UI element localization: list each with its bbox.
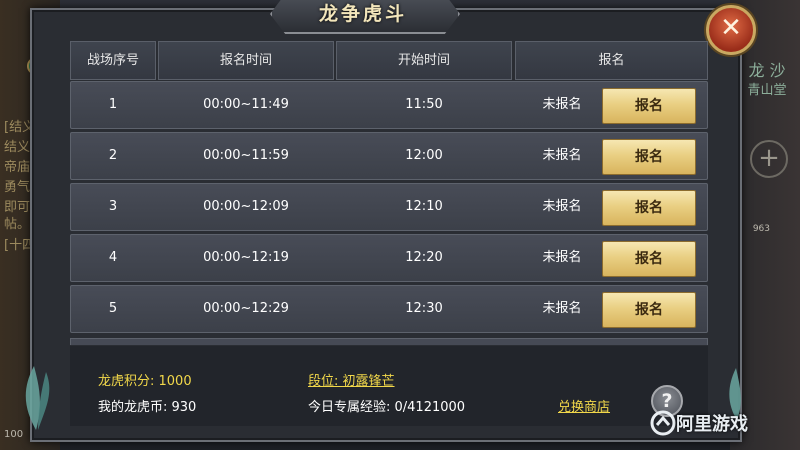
row-index: 1	[108, 97, 118, 112]
row-status: 未报名	[542, 97, 582, 112]
watermark-text: 阿里游戏	[676, 414, 748, 435]
row-registration-time: 00:00~12:09	[203, 199, 289, 214]
row-status: 未报名	[542, 148, 582, 163]
dialog-title: 龙争虎斗	[318, 3, 407, 25]
row-registration-time: 00:00~11:59	[203, 148, 289, 163]
close-icon: ✕	[720, 13, 742, 43]
watermark-logo-icon	[650, 410, 676, 436]
row-index: 4	[108, 250, 118, 265]
table-header: 战场序号 报名时间 开始时间 报名	[70, 41, 708, 80]
daily-exp: 今日专属经验: 0/4121000	[308, 400, 466, 415]
row-index: 2	[108, 148, 118, 163]
row-index: 5	[108, 301, 118, 316]
exchange-shop-link[interactable]: 兑换商店	[558, 396, 610, 415]
bg-chat-line: 勇气	[4, 180, 31, 195]
table-row: 4 00:00~12:19 12:20 未报名 报名	[70, 234, 708, 282]
row-registration-time: 00:00~12:29	[203, 301, 289, 316]
table-row: 1 00:00~11:49 11:50 未报名 报名	[70, 81, 708, 129]
dragon-tiger-coins: 我的龙虎币: 930	[98, 400, 197, 415]
row-start-time: 12:10	[405, 199, 443, 214]
table-row-partial	[70, 338, 708, 345]
header-start-time: 开始时间	[336, 41, 512, 80]
close-button[interactable]: ✕	[706, 5, 756, 55]
register-button[interactable]: 报名	[602, 292, 696, 328]
dragon-tiger-points: 龙虎积分: 1000	[98, 374, 192, 389]
register-button[interactable]: 报名	[602, 241, 696, 277]
bg-chat-line: 帖。	[4, 217, 31, 232]
header-battle-index: 战场序号	[70, 41, 156, 80]
row-start-time: 11:50	[405, 97, 443, 112]
register-button[interactable]: 报名	[602, 88, 696, 124]
row-registration-time: 00:00~12:19	[203, 250, 289, 265]
row-start-time: 12:20	[405, 250, 443, 265]
row-start-time: 12:00	[405, 148, 443, 163]
help-icon: ?	[661, 390, 673, 412]
bg-right-text-2: 青山堂	[747, 83, 787, 98]
bg-chat-line: 帝庙	[4, 160, 31, 175]
bg-plus-icon: +	[750, 140, 788, 178]
row-status: 未报名	[542, 301, 582, 316]
bg-right-number: 963	[752, 224, 770, 234]
table-row: 5 00:00~12:29 12:30 未报名 报名	[70, 285, 708, 333]
row-status: 未报名	[542, 199, 582, 214]
table-row: 3 00:00~12:09 12:10 未报名 报名	[70, 183, 708, 231]
row-index: 3	[108, 199, 118, 214]
row-status: 未报名	[542, 250, 582, 265]
header-register: 报名	[515, 41, 708, 80]
bg-chat-line: 结义	[4, 140, 31, 155]
table-row: 2 00:00~11:59 12:00 未报名 报名	[70, 132, 708, 180]
row-registration-time: 00:00~11:49	[203, 97, 289, 112]
register-button[interactable]: 报名	[602, 139, 696, 175]
header-registration-time: 报名时间	[158, 41, 334, 80]
bg-right-text-1: 龙 沙	[748, 61, 786, 80]
row-start-time: 12:30	[405, 301, 443, 316]
register-button[interactable]: 报名	[602, 190, 696, 226]
rank-link[interactable]: 段位: 初露锋芒	[308, 370, 395, 389]
leaf-ornament-icon	[25, 366, 50, 430]
